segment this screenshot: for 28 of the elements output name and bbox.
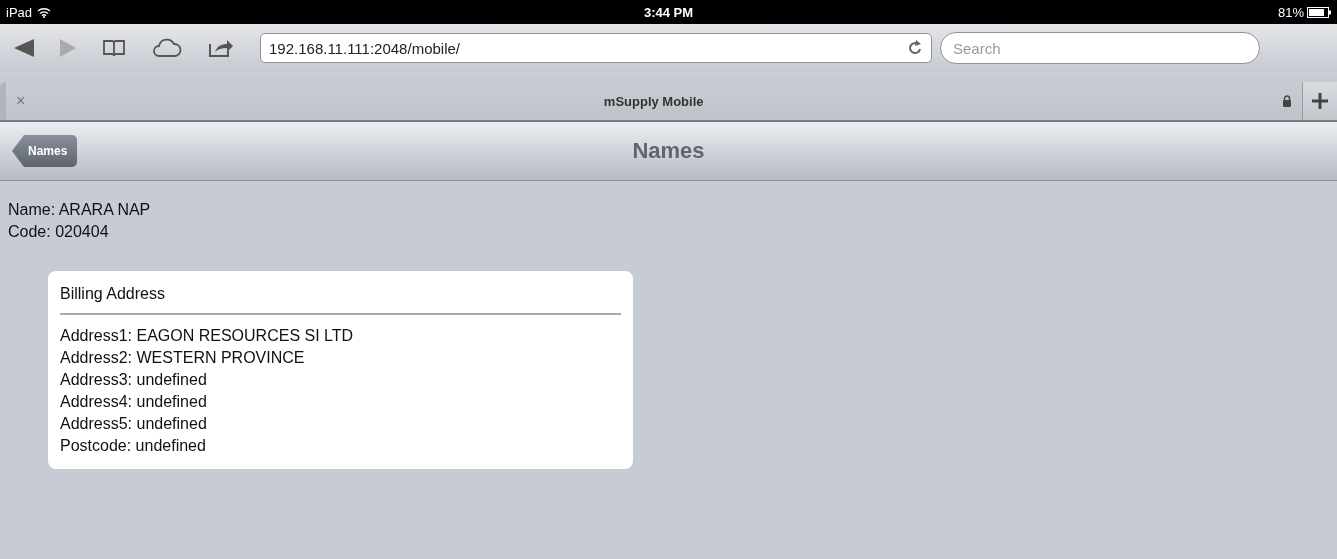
search-field[interactable]: Search bbox=[940, 32, 1260, 64]
lock-icon bbox=[1282, 95, 1292, 107]
back-button[interactable]: Names bbox=[12, 135, 78, 167]
tab-title: mSupply Mobile bbox=[602, 93, 705, 109]
battery-percent: 81% bbox=[1277, 4, 1304, 20]
bookmarks-icon[interactable] bbox=[102, 39, 126, 57]
address-line: Postcode: undefined bbox=[60, 436, 207, 456]
address-line: Address2: WESTERN PROVINCE bbox=[60, 348, 306, 368]
cloud-icon[interactable] bbox=[152, 38, 182, 58]
reload-icon[interactable] bbox=[909, 40, 923, 56]
device-name: iPad bbox=[6, 4, 33, 20]
address-bar[interactable]: 192.168.11.111:2048/mobile/ bbox=[260, 33, 932, 63]
share-icon[interactable] bbox=[208, 38, 234, 58]
plus-icon bbox=[1312, 93, 1328, 109]
battery-icon bbox=[1307, 6, 1331, 18]
detail-line: Code: 020404 bbox=[8, 222, 110, 242]
wifi-icon bbox=[37, 6, 52, 18]
new-tab-button[interactable] bbox=[1302, 82, 1337, 120]
address-line: Address4: undefined bbox=[60, 392, 208, 412]
clock: 3:44 PM bbox=[643, 4, 694, 20]
address-line: Address5: undefined bbox=[60, 414, 208, 434]
browser-tab[interactable]: × mSupply Mobile bbox=[0, 82, 1302, 120]
address-line: Address3: undefined bbox=[60, 370, 208, 390]
detail-line: Name: ARARA NAP bbox=[8, 200, 152, 220]
address-line: Address1: EAGON RESOURCES SI LTD bbox=[60, 326, 355, 346]
page-title: Names bbox=[632, 138, 705, 163]
back-icon[interactable] bbox=[14, 39, 34, 57]
card-title: Billing Address bbox=[60, 285, 621, 315]
